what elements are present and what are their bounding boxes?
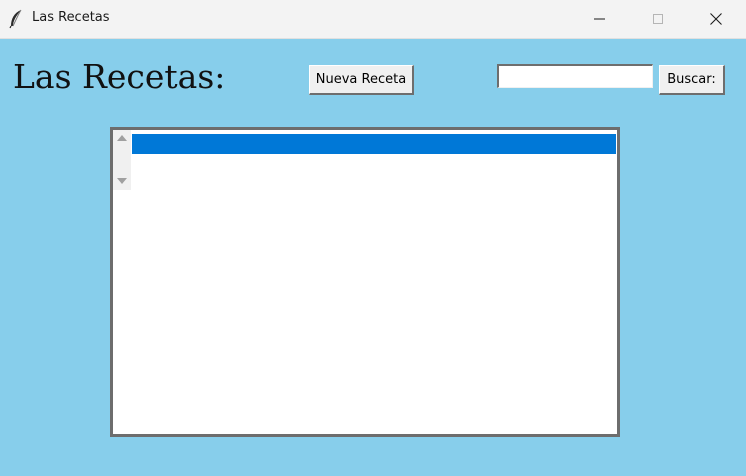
list-item[interactable]	[132, 134, 616, 154]
new-recipe-button[interactable]: Nueva Receta	[309, 65, 414, 95]
page-title: Las Recetas:	[13, 57, 226, 96]
minimize-button[interactable]	[571, 0, 629, 38]
search-input[interactable]	[497, 64, 653, 88]
maximize-button[interactable]	[629, 0, 687, 38]
app-window: Las Recetas Las Recetas: Nueva Receta Bu…	[0, 0, 746, 476]
maximize-icon	[653, 14, 663, 24]
minimize-icon	[594, 18, 605, 20]
feather-icon	[8, 9, 24, 29]
title-bar[interactable]: Las Recetas	[0, 0, 746, 39]
close-icon	[710, 13, 722, 25]
list-scrollbar[interactable]	[113, 130, 131, 190]
window-title: Las Recetas	[32, 10, 110, 25]
search-button[interactable]: Buscar:	[659, 65, 725, 95]
scroll-down-icon[interactable]	[117, 178, 127, 184]
recipe-list[interactable]	[110, 127, 620, 437]
close-button[interactable]	[687, 0, 745, 38]
scroll-up-icon[interactable]	[117, 135, 127, 141]
